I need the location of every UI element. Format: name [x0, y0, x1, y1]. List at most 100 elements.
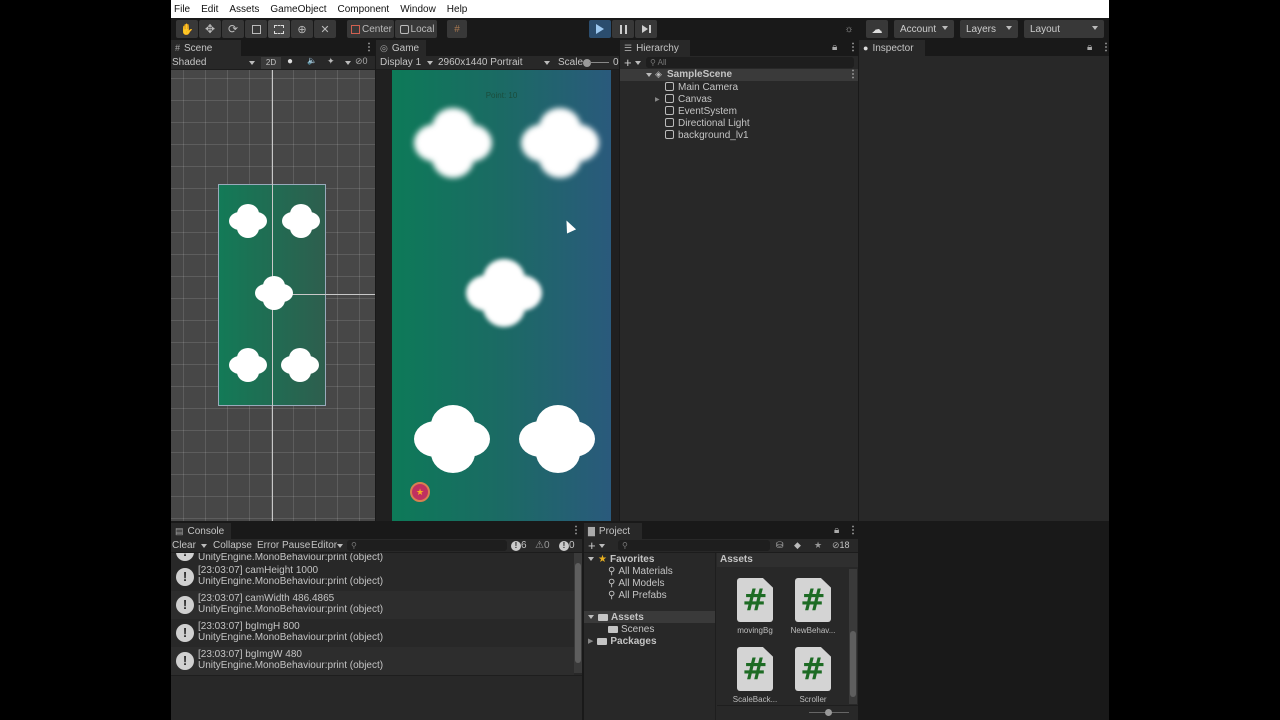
- expand-arrow-icon[interactable]: ▶: [588, 637, 593, 645]
- editor-dropdown[interactable]: Editor: [311, 540, 337, 551]
- favorite-item[interactable]: ⚲ All Prefabs: [584, 589, 715, 601]
- log-count-toggle[interactable]: ! 6: [511, 540, 527, 551]
- hierarchy-item[interactable]: Main Camera: [620, 81, 858, 93]
- console-log-entry[interactable]: ! [23:03:07] camHeight 1000 UnityEngine.Mo…: [171, 563, 574, 591]
- preview-packages-button[interactable]: ☼: [839, 20, 859, 38]
- scene-viewport[interactable]: [171, 70, 375, 521]
- scrollbar-thumb[interactable]: [850, 631, 856, 697]
- hierarchy-item[interactable]: background_lv1: [620, 129, 858, 141]
- expand-arrow-icon[interactable]: ▶: [655, 96, 660, 103]
- hierarchy-menu-icon[interactable]: ⋮: [848, 42, 858, 54]
- resolution-dropdown[interactable]: 2960x1440 Portrait: [438, 57, 523, 68]
- menu-gameobject[interactable]: GameObject: [270, 4, 326, 15]
- warning-count-toggle[interactable]: ⚠0: [535, 540, 550, 551]
- hierarchy-item[interactable]: EventSystem: [620, 105, 858, 117]
- menu-component[interactable]: Component: [338, 4, 390, 15]
- rect-tool-button[interactable]: [268, 20, 290, 38]
- chevron-down-icon[interactable]: [201, 544, 207, 548]
- effects-toggle-icon[interactable]: ✦: [327, 56, 335, 67]
- cloud-sprite[interactable]: [255, 276, 293, 310]
- pivot-local-button[interactable]: Local: [395, 20, 437, 38]
- cloud-sprite[interactable]: [229, 348, 267, 382]
- account-dropdown[interactable]: Account: [894, 20, 954, 38]
- pause-button[interactable]: [612, 20, 634, 38]
- collapse-toggle[interactable]: Collapse: [213, 540, 252, 551]
- rotate-tool-button[interactable]: ⟳: [222, 20, 244, 38]
- create-asset-button[interactable]: +: [588, 538, 596, 553]
- icon-size-slider-thumb[interactable]: [825, 709, 832, 716]
- inspector-menu-icon[interactable]: ⋮: [1101, 42, 1109, 54]
- play-button[interactable]: [589, 20, 611, 38]
- lock-icon[interactable]: 🔒︎: [832, 42, 837, 53]
- scene-row[interactable]: ◈ SampleScene ⋮: [620, 69, 858, 81]
- lighting-toggle-icon[interactable]: ●: [287, 56, 293, 67]
- tab-project[interactable]: ▇ Project: [584, 523, 642, 539]
- favorite-item[interactable]: ⚲ All Models: [584, 577, 715, 589]
- move-tool-button[interactable]: ✥: [199, 20, 221, 38]
- chevron-down-icon[interactable]: [635, 61, 641, 65]
- favorites-row[interactable]: ★ Favorites: [584, 553, 715, 565]
- console-scrollbar[interactable]: [574, 553, 582, 673]
- tab-scene[interactable]: # Scene: [171, 40, 241, 56]
- asset-script[interactable]: # NewBehav...: [785, 578, 841, 646]
- custom-tool-button[interactable]: ✕: [314, 20, 336, 38]
- tab-game[interactable]: ◎ Game: [376, 40, 426, 56]
- grid-snap-button[interactable]: #: [447, 20, 467, 38]
- cloud-sprite[interactable]: [229, 204, 267, 238]
- chevron-down-icon[interactable]: [249, 61, 255, 65]
- expand-arrow-icon[interactable]: [588, 615, 594, 619]
- scale-tool-button[interactable]: [245, 20, 267, 38]
- hidden-objects-toggle[interactable]: ⊘0: [355, 56, 368, 67]
- expand-arrow-icon[interactable]: [646, 73, 652, 77]
- favorite-item[interactable]: ⚲ All Materials: [584, 565, 715, 577]
- tab-hierarchy[interactable]: ☰ Hierarchy: [620, 40, 690, 56]
- error-count-toggle[interactable]: ! 0: [559, 540, 575, 551]
- label-filter-icon[interactable]: ◆: [794, 540, 801, 551]
- project-search-input[interactable]: ⚲: [618, 540, 770, 551]
- hierarchy-item[interactable]: Directional Light: [620, 117, 858, 129]
- cloud-button[interactable]: ☁: [866, 20, 888, 38]
- menu-edit[interactable]: Edit: [201, 4, 218, 15]
- lock-icon[interactable]: 🔒︎: [834, 525, 839, 536]
- step-button[interactable]: [635, 20, 657, 38]
- game-viewport[interactable]: Point: 10 ★: [380, 70, 617, 521]
- search-by-type-icon[interactable]: ⛁: [776, 540, 784, 551]
- console-menu-icon[interactable]: ⋮: [571, 525, 581, 537]
- 2d-toggle-button[interactable]: 2D: [261, 57, 281, 69]
- assets-folder-row[interactable]: Assets: [584, 611, 715, 623]
- scrollbar-thumb[interactable]: [575, 563, 581, 663]
- assets-scrollbar[interactable]: [849, 569, 857, 704]
- console-log-entry[interactable]: ! [23:03:07] bgImgH 800 UnityEngine.MonoBe…: [171, 619, 574, 647]
- hand-tool-button[interactable]: ✋: [176, 20, 198, 38]
- tab-inspector[interactable]: ● Inspector: [859, 40, 925, 56]
- error-pause-toggle[interactable]: Error Pause: [257, 540, 310, 551]
- hierarchy-item[interactable]: ▶ Canvas: [620, 93, 858, 105]
- clear-button[interactable]: Clear: [172, 540, 196, 551]
- create-button[interactable]: +: [624, 55, 632, 70]
- audio-toggle-icon[interactable]: 🔈: [307, 56, 317, 65]
- scenes-folder-row[interactable]: Scenes: [584, 623, 715, 635]
- layout-dropdown[interactable]: Layout: [1024, 20, 1104, 38]
- menu-assets[interactable]: Assets: [229, 4, 259, 15]
- game-canvas[interactable]: Point: 10 ★: [392, 70, 611, 521]
- layers-dropdown[interactable]: Layers: [960, 20, 1018, 38]
- console-search-input[interactable]: ⚲: [347, 540, 507, 551]
- scale-slider[interactable]: [583, 59, 613, 67]
- favorite-star-icon[interactable]: ★: [814, 540, 822, 551]
- lock-icon[interactable]: 🔒︎: [1087, 42, 1092, 53]
- menu-file[interactable]: File: [174, 4, 190, 15]
- console-log-entry[interactable]: ! [23:03:07] bgImgW 480 UnityEngine.MonoBe…: [171, 647, 574, 675]
- pivot-center-button[interactable]: Center: [347, 20, 394, 38]
- hidden-packages-toggle[interactable]: ⊘18: [832, 540, 850, 551]
- scene-menu-icon[interactable]: ⋮: [364, 42, 374, 54]
- asset-script[interactable]: # movingBg: [727, 578, 783, 646]
- shading-mode-dropdown[interactable]: Shaded: [172, 57, 206, 68]
- console-log-entry[interactable]: ! [23:03:07] camWidth 486.4865 UnityEngine…: [171, 591, 574, 619]
- packages-folder-row[interactable]: ▶ Packages: [584, 635, 715, 647]
- chevron-down-icon[interactable]: [345, 61, 351, 65]
- menu-help[interactable]: Help: [447, 4, 468, 15]
- chevron-down-icon[interactable]: [599, 544, 605, 548]
- project-menu-icon[interactable]: ⋮: [848, 525, 858, 537]
- tab-console[interactable]: ▤ Console: [171, 523, 231, 539]
- display-dropdown[interactable]: Display 1: [380, 57, 421, 68]
